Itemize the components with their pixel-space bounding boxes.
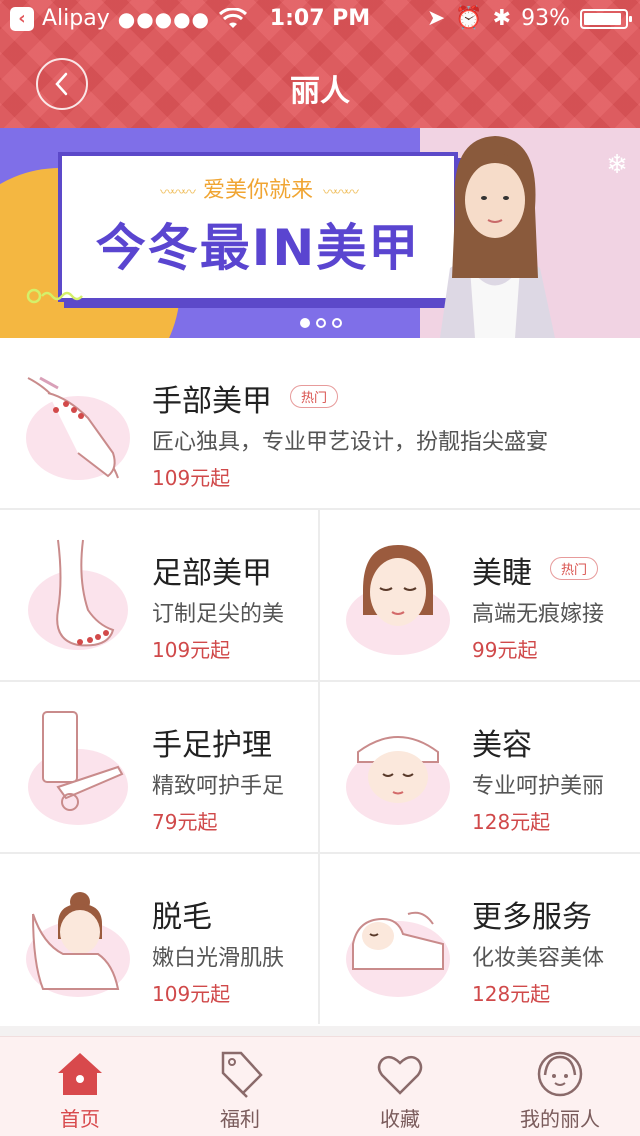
service-desc: 订制足尖的美 xyxy=(152,602,285,627)
service-title-text: 手部美甲 xyxy=(152,384,272,419)
tab-label: 我的丽人 xyxy=(520,1107,600,1131)
service-title-text: 美睫 xyxy=(472,556,532,591)
tab-bar: 首页 福利 收藏 我的丽人 xyxy=(0,1036,640,1136)
hand-foot-care-illustration-icon xyxy=(28,711,128,825)
carousel-dot[interactable] xyxy=(316,318,326,328)
banner-card: 爱美你就来 今冬最IN美甲 xyxy=(58,152,458,302)
service-title: 更多服务 xyxy=(472,900,592,935)
service-price: 99元起 xyxy=(472,638,538,662)
header: ‹ Alipay ●●●●● 1:07 PM ➤ ⏰ ✱ 93% 丽人 xyxy=(0,0,640,128)
tab-home[interactable]: 首页 xyxy=(0,1037,160,1136)
service-hand-foot-care[interactable]: 手足护理 精致呵护手足 79元起 xyxy=(0,682,318,852)
page-title: 丽人 xyxy=(290,74,350,109)
service-title: 手部美甲 热门 xyxy=(152,376,339,420)
more-services-illustration-icon xyxy=(346,911,450,997)
service-title: 足部美甲 xyxy=(152,556,272,591)
service-price: 109元起 xyxy=(152,638,231,662)
service-desc: 嫩白光滑肌肤 xyxy=(152,946,285,971)
divider xyxy=(318,510,320,1024)
service-desc: 专业呵护美丽 xyxy=(472,774,605,799)
bluetooth-icon: ✱ xyxy=(492,6,512,31)
service-desc: 精致呵护手足 xyxy=(152,774,285,799)
tab-my-profile[interactable]: 我的丽人 xyxy=(480,1037,640,1136)
eyelash-illustration-icon xyxy=(346,545,450,655)
hands-nail-illustration-icon xyxy=(26,376,130,480)
hair-removal-illustration-icon xyxy=(26,892,130,997)
service-title: 手足护理 xyxy=(152,728,272,763)
hot-badge: 热门 xyxy=(550,557,599,580)
service-title: 脱毛 xyxy=(152,900,212,935)
service-desc: 化妆美容美体 xyxy=(472,946,605,971)
tab-label: 福利 xyxy=(220,1107,260,1131)
status-bar: ‹ Alipay ●●●●● 1:07 PM ➤ ⏰ ✱ 93% xyxy=(0,0,640,40)
battery-fill xyxy=(584,12,622,25)
model-photo-icon xyxy=(440,136,555,338)
service-foot-nail[interactable]: 足部美甲 订制足尖的美 109元起 xyxy=(0,510,318,680)
location-icon: ➤ xyxy=(426,6,446,31)
carousel-dot[interactable] xyxy=(300,318,310,328)
squiggle-decor-icon xyxy=(26,288,83,304)
tab-label: 收藏 xyxy=(380,1107,420,1131)
tab-label: 首页 xyxy=(60,1107,100,1131)
banner-headline: 今冬最IN美甲 xyxy=(95,219,421,277)
profile-icon xyxy=(537,1051,583,1097)
banner-subtitle: 爱美你就来 xyxy=(62,172,454,204)
promo-banner[interactable]: 爱美你就来 今冬最IN美甲 ❄ xyxy=(0,128,640,338)
service-price: 109元起 xyxy=(152,982,231,1006)
service-title: 美睫 热门 xyxy=(472,548,599,592)
service-hand-nail[interactable]: 手部美甲 热门 匠心独具，专业甲艺设计，扮靓指尖盛宴 109元起 xyxy=(0,338,640,508)
home-icon xyxy=(58,1053,102,1095)
service-title: 美容 xyxy=(472,728,532,763)
service-eyelash[interactable]: 美睫 热门 高端无痕嫁接 99元起 xyxy=(320,510,640,680)
service-price: 79元起 xyxy=(152,810,218,834)
heart-icon xyxy=(377,1055,423,1095)
hot-badge: 热门 xyxy=(290,385,339,408)
tag-icon xyxy=(221,1051,263,1098)
foot-nail-illustration-icon xyxy=(28,539,128,650)
service-grid: 手部美甲 热门 匠心独具，专业甲艺设计，扮靓指尖盛宴 109元起 足部美甲 订制足… xyxy=(0,338,640,1026)
service-hair-removal[interactable]: 脱毛 嫩白光滑肌肤 109元起 xyxy=(0,854,318,1024)
service-desc: 高端无痕嫁接 xyxy=(472,602,605,627)
snowflake-icon: ❄ xyxy=(606,150,628,180)
battery-percent: 93% xyxy=(521,6,570,31)
battery-icon xyxy=(580,8,632,29)
carousel-dot[interactable] xyxy=(332,318,342,328)
service-more[interactable]: 更多服务 化妆美容美体 128元起 xyxy=(320,854,640,1024)
service-desc: 匠心独具，专业甲艺设计，扮靓指尖盛宴 xyxy=(152,430,549,455)
carousel-indicator xyxy=(300,318,342,328)
tab-welfare[interactable]: 福利 xyxy=(160,1037,320,1136)
service-price: 128元起 xyxy=(472,810,551,834)
tab-favorites[interactable]: 收藏 xyxy=(320,1037,480,1136)
service-price: 109元起 xyxy=(152,466,231,490)
service-facial[interactable]: 美容 专业呵护美丽 128元起 xyxy=(320,682,640,852)
facial-illustration-icon xyxy=(346,736,450,825)
alarm-icon: ⏰ xyxy=(455,6,483,31)
service-price: 128元起 xyxy=(472,982,551,1006)
nav-bar: 丽人 xyxy=(0,40,640,128)
